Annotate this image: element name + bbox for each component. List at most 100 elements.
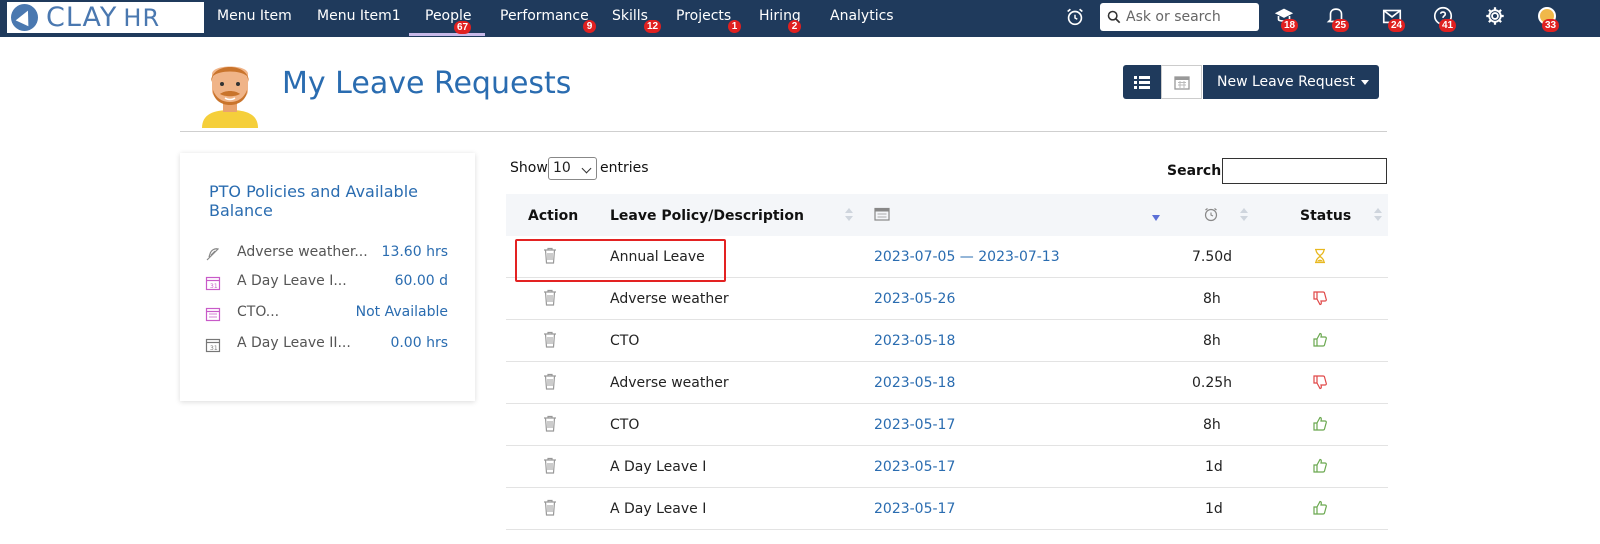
date-cell[interactable]: 2023-05-18 [874, 333, 955, 349]
notifications-badge: 25 [1332, 19, 1350, 32]
profile-badge: 33 [1542, 19, 1560, 32]
duration-cell: 8h [1203, 417, 1221, 433]
thumbs-up-icon [1313, 500, 1327, 515]
date-cell[interactable]: 2023-05-17 [874, 459, 955, 475]
leave-policy-cell: Adverse weather [610, 291, 729, 307]
date-cell[interactable]: 2023-05-26 [874, 291, 955, 307]
col-leave-policy[interactable]: Leave Policy/Description [610, 208, 804, 224]
new-leave-request-button[interactable]: New Leave Request [1203, 65, 1379, 99]
pto-item[interactable]: 31 A Day Leave II... 0.00 hrs [205, 335, 455, 355]
trash-icon[interactable] [543, 331, 557, 348]
pto-item[interactable]: 31 A Day Leave I... 60.00 d [205, 273, 455, 293]
calendar-icon [205, 307, 221, 322]
pto-balance-card: PTO Policies and Available Balance Adver… [180, 153, 475, 401]
nav-skills[interactable]: Skills 12 [612, 0, 662, 36]
help-badge: 41 [1439, 19, 1457, 32]
thumbs-up-icon [1313, 458, 1327, 473]
list-view-button[interactable] [1123, 65, 1161, 99]
duration-cell: 1d [1205, 501, 1223, 517]
alarm-clock-icon[interactable] [1064, 6, 1086, 28]
sort-desc-icon[interactable] [1152, 215, 1160, 221]
nav-performance[interactable]: Performance 9 [500, 0, 596, 36]
global-search[interactable] [1100, 3, 1259, 31]
pto-card-title: PTO Policies and Available Balance [209, 182, 418, 220]
sort-icon[interactable] [845, 208, 853, 222]
pto-item[interactable]: Adverse weather... 13.60 hrs [205, 244, 455, 264]
learning-badge: 18 [1281, 19, 1299, 32]
trash-icon[interactable] [543, 457, 557, 474]
table-row[interactable]: CTO 2023-05-17 8h [506, 404, 1388, 446]
svg-text:31: 31 [210, 283, 218, 290]
duration-cell: 8h [1203, 333, 1221, 349]
messages-badge: 24 [1388, 19, 1406, 32]
thumbs-up-icon [1313, 416, 1327, 431]
sort-icon[interactable] [1240, 208, 1248, 222]
table-search-label: Search: [1167, 163, 1227, 179]
leave-policy-cell: Adverse weather [610, 375, 729, 391]
header-divider [180, 131, 1387, 132]
pto-item-value: 13.60 hrs [381, 244, 448, 260]
pto-item-value: 0.00 hrs [390, 335, 448, 351]
leave-policy-cell: A Day Leave I [610, 501, 707, 517]
date-cell[interactable]: 2023-05-18 [874, 375, 955, 391]
entries-label: entries [600, 160, 649, 176]
date-cell[interactable]: 2023-05-17 [874, 417, 955, 433]
nav-people[interactable]: People 67 [409, 0, 485, 36]
list-icon [1134, 76, 1150, 89]
svg-text:31: 31 [210, 345, 218, 352]
pto-item-name: A Day Leave II... [237, 335, 351, 351]
calendar-view-button[interactable] [1161, 65, 1202, 99]
table-search-input[interactable] [1222, 158, 1387, 184]
chevron-down-icon[interactable] [1361, 80, 1369, 85]
col-status[interactable]: Status [1300, 208, 1351, 224]
search-icon [1107, 10, 1121, 24]
hiring-badge: 2 [788, 20, 801, 33]
nav-menu-item[interactable]: Menu Item [217, 0, 292, 36]
duration-cell: 7.50d [1192, 249, 1233, 265]
skills-badge: 12 [644, 20, 662, 33]
hourglass-icon [1315, 248, 1325, 264]
calendar-icon: 31 [205, 276, 221, 291]
user-avatar [202, 66, 258, 128]
trash-icon[interactable] [543, 415, 557, 432]
global-search-input[interactable] [1126, 9, 1251, 25]
sort-icon[interactable] [1374, 208, 1382, 222]
feather-icon [206, 248, 220, 261]
clayhr-logo[interactable]: CLAY HR [7, 2, 204, 33]
gear-icon[interactable] [1484, 5, 1506, 27]
date-cell[interactable]: 2023-07-05 — 2023-07-13 [874, 249, 1060, 265]
page-title: My Leave Requests [282, 66, 572, 101]
col-action[interactable]: Action [528, 208, 578, 224]
nav-analytics[interactable]: Analytics [830, 0, 894, 36]
calendar-icon [1173, 75, 1190, 90]
thumbs-down-icon [1313, 291, 1327, 306]
leave-policy-cell: CTO [610, 333, 640, 349]
alarm-clock-icon[interactable] [1203, 206, 1219, 222]
table-row[interactable]: CTO 2023-05-18 8h [506, 320, 1388, 362]
pto-item[interactable]: CTO... Not Available [205, 304, 455, 324]
table-row[interactable]: A Day Leave I 2023-05-17 1d [506, 488, 1388, 530]
calendar-icon: 31 [205, 338, 221, 353]
pto-item-name: A Day Leave I... [237, 273, 347, 289]
nav-projects[interactable]: Projects 1 [676, 0, 741, 36]
nav-menu-item1[interactable]: Menu Item1 [317, 0, 401, 36]
duration-cell: 1d [1205, 459, 1223, 475]
pto-item-value: Not Available [355, 304, 448, 320]
table-row[interactable]: Adverse weather 2023-05-18 0.25h [506, 362, 1388, 404]
table-row[interactable]: A Day Leave I 2023-05-17 1d [506, 446, 1388, 488]
trash-icon[interactable] [543, 373, 557, 390]
page-size-select[interactable]: 10 [548, 157, 597, 180]
highlight-box [515, 239, 726, 282]
logo-text: CLAY HR [46, 2, 161, 33]
duration-cell: 0.25h [1192, 375, 1233, 391]
nav-hiring[interactable]: Hiring 2 [759, 0, 801, 36]
table-row[interactable]: Adverse weather 2023-05-26 8h [506, 278, 1388, 320]
trash-icon[interactable] [543, 499, 557, 516]
show-label: Show [510, 160, 548, 176]
calendar-icon[interactable] [874, 207, 890, 221]
trash-icon[interactable] [543, 289, 557, 306]
thumbs-up-icon [1313, 332, 1327, 347]
date-cell[interactable]: 2023-05-17 [874, 501, 955, 517]
performance-badge: 9 [583, 20, 596, 33]
pto-item-name: CTO... [237, 304, 280, 320]
